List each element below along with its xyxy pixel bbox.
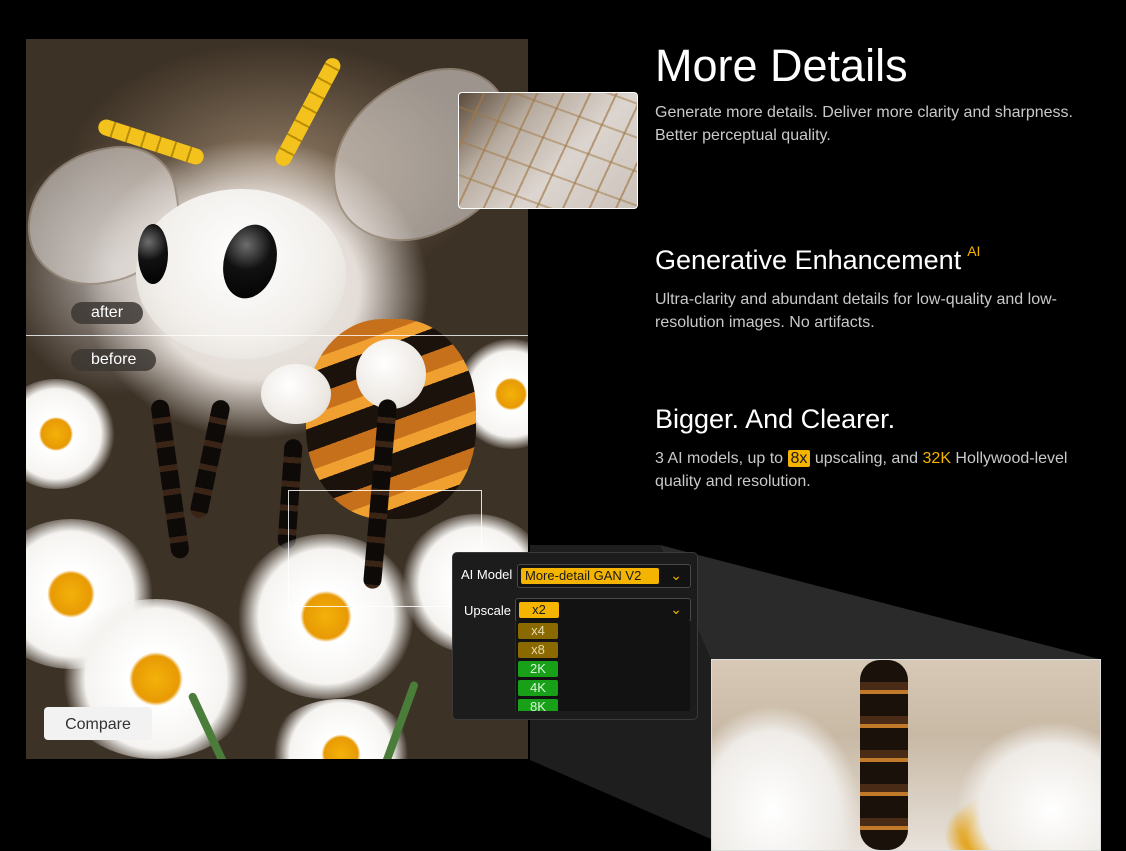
chevron-down-icon[interactable]: ⌄	[670, 601, 682, 617]
section-title-more-details: More Details	[655, 40, 908, 91]
upscale-option-x8[interactable]: x8	[518, 642, 558, 658]
highlight-32k: 32K	[922, 450, 951, 467]
chevron-down-icon[interactable]: ⌄	[670, 567, 682, 583]
bee-fluff	[356, 339, 426, 409]
ai-badge: AI	[967, 243, 981, 259]
compare-button[interactable]: Compare	[44, 707, 152, 740]
upscale-select[interactable]: x2 ⌄	[515, 598, 691, 622]
comparison-split-handle[interactable]	[26, 335, 528, 336]
section-desc-bigger: 3 AI models, up to 8x upscaling, and 32K…	[655, 447, 1085, 493]
before-label: before	[71, 349, 157, 371]
upscale-option-2k[interactable]: 2K	[518, 661, 558, 677]
desc-text: upscaling, and	[810, 450, 923, 467]
upscale-option-x4[interactable]: x4	[518, 623, 558, 639]
ai-model-label: AI Model	[461, 567, 513, 582]
bee-leg	[188, 398, 232, 520]
upscale-option-4k[interactable]: 4K	[518, 680, 558, 696]
upscale-option-8k[interactable]: 8K	[518, 699, 558, 711]
bee-eye	[138, 224, 168, 284]
ai-model-value: More-detail GAN V2	[521, 568, 659, 584]
ai-model-select[interactable]: More-detail GAN V2 ⌄	[517, 564, 691, 588]
section-desc-generative: Ultra-clarity and abundant details for l…	[655, 291, 1057, 331]
bee-leg-closeup	[860, 660, 908, 850]
section-desc-more-details: Generate more details. Deliver more clar…	[655, 104, 1073, 144]
desc-text: 3 AI models, up to	[655, 450, 788, 467]
bee-antenna	[272, 55, 344, 169]
section-title-generative: Generative Enhancement AI	[655, 243, 981, 276]
daisy-flower	[26, 379, 116, 489]
highlight-8x: 8x	[787, 450, 811, 467]
bee-fluff	[261, 364, 331, 424]
upscale-dropdown-list[interactable]: x4 x8 2K 4K 8K	[515, 621, 690, 711]
wing-detail-inset	[458, 92, 638, 209]
upscale-label: Upscale	[464, 603, 511, 618]
section-title-generative-text: Generative Enhancement	[655, 245, 962, 275]
section-title-bigger: Bigger. And Clearer.	[655, 404, 896, 434]
settings-panel: AI Model More-detail GAN V2 ⌄ Upscale x2…	[452, 552, 698, 720]
upscale-value: x2	[519, 602, 559, 618]
after-label: after	[71, 302, 144, 324]
bee-leg	[149, 398, 191, 560]
zoom-preview-image	[711, 659, 1101, 851]
